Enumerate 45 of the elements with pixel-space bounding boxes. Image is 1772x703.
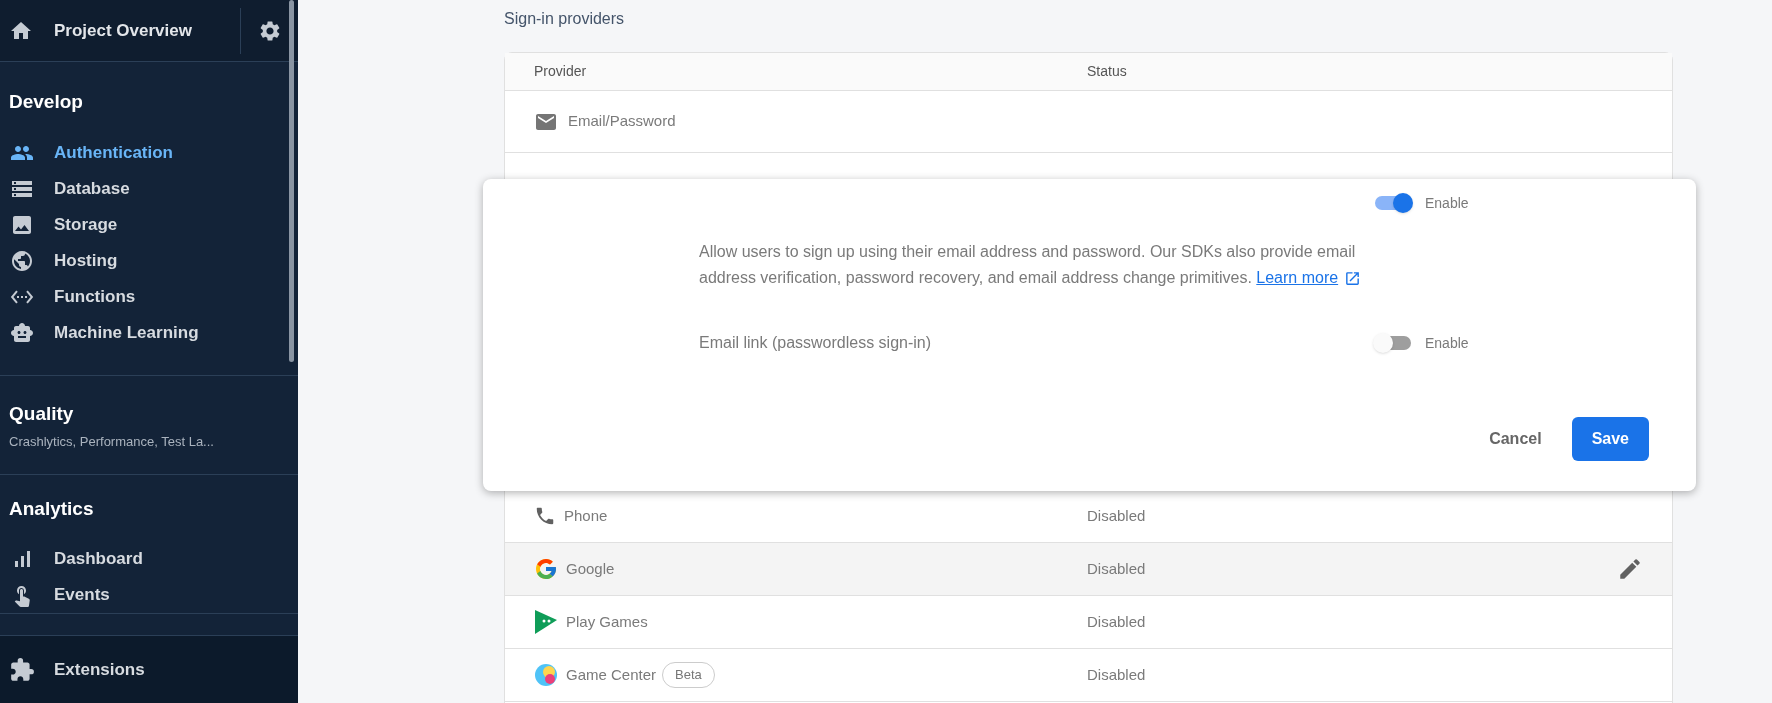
status-text: Disabled [1087,558,1147,579]
nav-item[interactable]: Hosting [0,242,298,279]
provider-name: Email/Password [568,111,676,132]
page-heading: Sign-in providers [504,9,626,29]
nav-item[interactable]: Authentication [0,134,298,171]
scrollbar[interactable] [289,0,294,362]
sidebar-footer-item[interactable]: Extensions [54,656,145,683]
provider-name: Game Center [566,664,657,685]
status-text: Disabled [1087,505,1147,526]
globe-icon [10,248,34,273]
provider-name: Google [566,558,615,579]
nav-item[interactable]: Storage [0,206,298,243]
toggle-label: Enable [1425,333,1469,353]
nav-item[interactable]: Functions [0,278,298,315]
nav-item[interactable]: Machine Learning [0,314,298,351]
provider-name: Phone [564,505,608,526]
toggle-label: Enable [1425,193,1469,213]
phone-icon [534,505,556,527]
section-title: Develop [8,90,84,114]
colorful-bubbles-icon [534,663,558,687]
google-logo-icon [534,557,558,581]
puzzle-icon [9,656,35,683]
status-text: Disabled [1087,664,1147,685]
nav-item[interactable]: Dashboard [0,541,298,577]
external-link-icon [1344,269,1362,287]
provider-row[interactable]: Google Disabled [505,543,1672,596]
toggle-switch[interactable] [1373,331,1413,355]
column-header: Status [1087,62,1127,81]
status-text: Disabled [1087,611,1147,632]
cancel-button[interactable]: Cancel [1475,417,1556,461]
provider-name: Play Games [566,611,648,632]
play-triangle-icon [534,609,558,635]
description-text: Allow users to sign up using their email address and password. Our SDKs also provide email address verification, password recovery, and email address change primitives. Learn more [699,239,1399,291]
save-button[interactable]: Save [1571,417,1649,461]
section-title: Analytics [8,496,95,521]
section-title: Quality [8,401,75,426]
nav-item[interactable]: Database [0,170,298,207]
pencil-icon[interactable] [1617,556,1643,582]
toggle-switch[interactable] [1373,191,1413,215]
nav-item[interactable]: Events [0,577,298,613]
robot-icon [10,320,34,345]
column-header: Provider [534,62,588,81]
learn-more-link[interactable]: Learn more [1256,265,1362,291]
section-subtitle: Crashlytics, Performance, Test La... [8,433,215,451]
option-label: Email link (passwordless sign-in) [699,333,933,353]
